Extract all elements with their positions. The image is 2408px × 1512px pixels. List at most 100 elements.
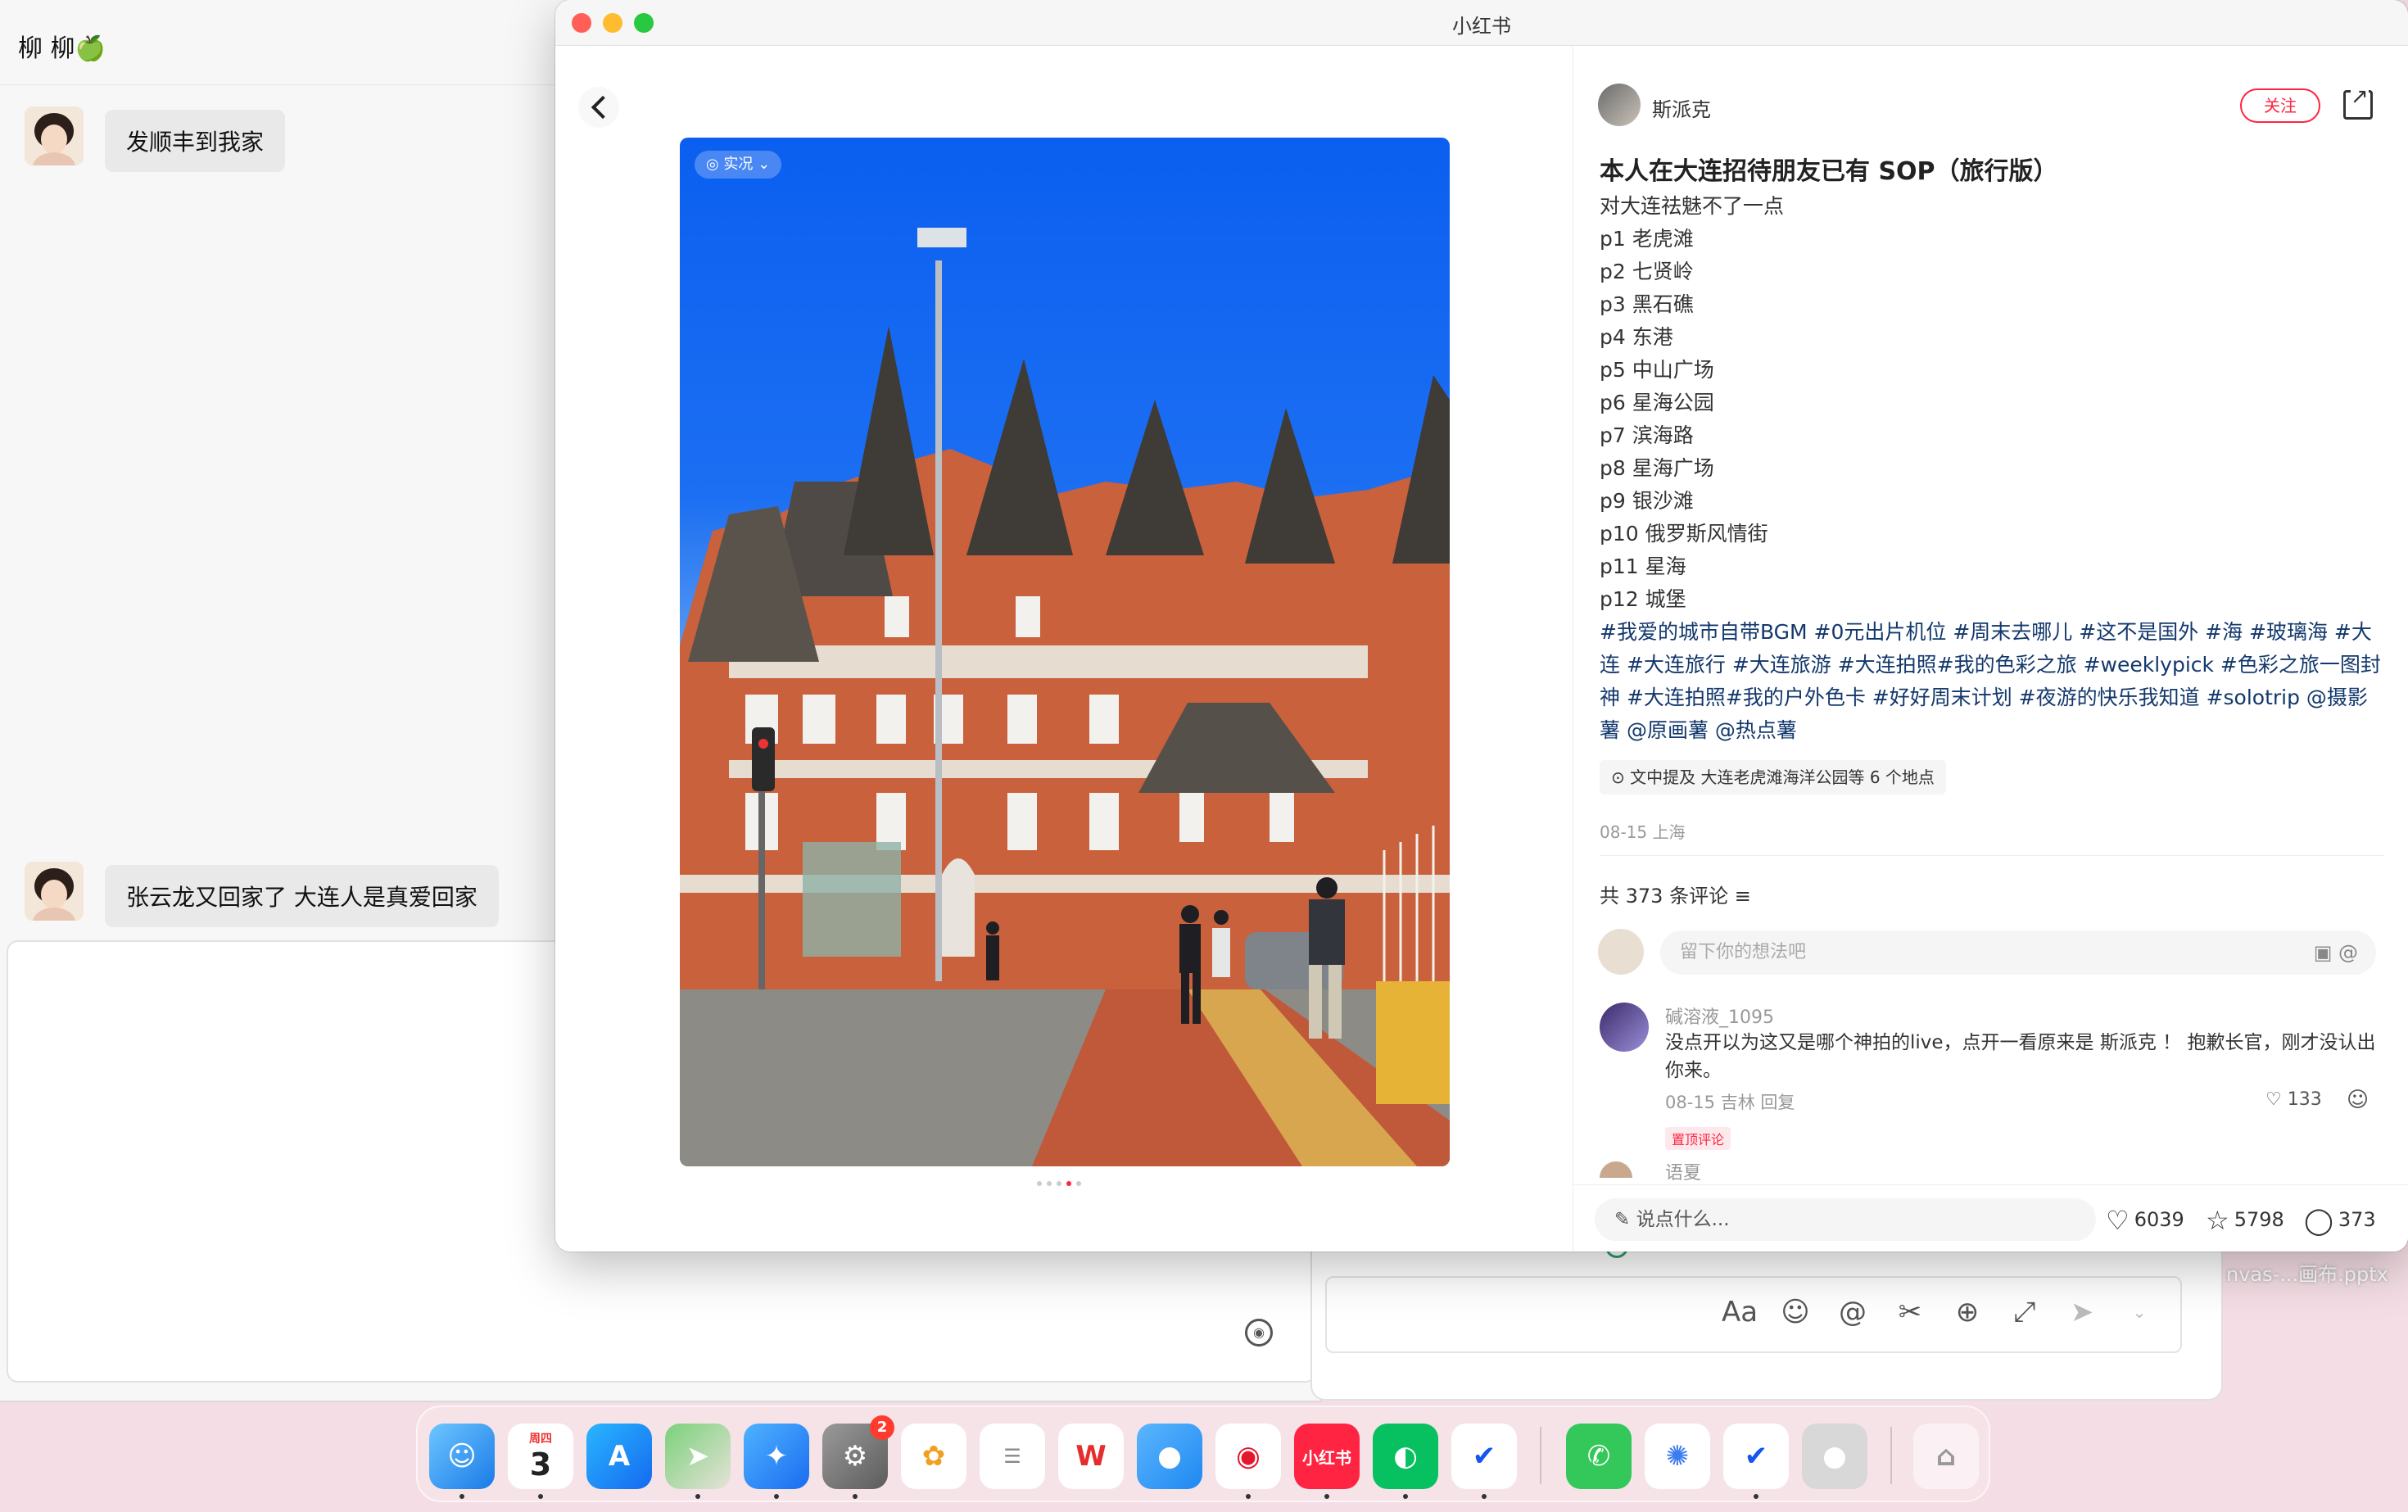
say-something-input[interactable]: ✎ 说点什么... xyxy=(1595,1198,2096,1241)
running-indicator xyxy=(1403,1494,1408,1499)
carousel-dot-active[interactable] xyxy=(1066,1181,1071,1186)
font-icon[interactable]: Aa xyxy=(1722,1296,1758,1329)
feishu-icon[interactable]: ✔ xyxy=(1451,1424,1517,1489)
note-line: p10 俄罗斯风情街 xyxy=(1600,522,1768,545)
maps-icon[interactable]: ➤ xyxy=(665,1424,731,1489)
star-icon: ☆ xyxy=(2206,1205,2229,1236)
comment-placeholder: 留下你的想法吧 xyxy=(1680,942,1807,962)
app-store-icon[interactable]: A xyxy=(586,1424,652,1489)
running-indicator xyxy=(1754,1494,1758,1499)
carousel-dot[interactable] xyxy=(1057,1181,1061,1186)
note-detail-pane: 斯派克 关注 本人在大连招待朋友已有 SOP（旅行版） 对大连祛魅不了一点 p1… xyxy=(1573,46,2408,1252)
share-icon[interactable] xyxy=(2343,84,2373,120)
composer-toolbar: Aa ☺ @ ✂ ⊕ ⤢ ➤ ⌄ xyxy=(1722,1296,2156,1329)
note-title: 本人在大连招待朋友已有 SOP（旅行版） xyxy=(1600,157,2058,186)
reply-emoji-icon[interactable]: ☺ xyxy=(2347,1088,2369,1112)
add-icon[interactable]: ⊕ xyxy=(1951,1296,1984,1329)
voice-icon[interactable]: ◉ xyxy=(1245,1319,1273,1347)
calendar-weekday: 周四 xyxy=(529,1433,552,1446)
avatar[interactable] xyxy=(25,106,84,165)
notification-badge: 2 xyxy=(870,1415,894,1440)
expand-icon[interactable]: ⤢ xyxy=(2008,1296,2041,1329)
avatar[interactable] xyxy=(25,862,84,921)
message-bubble[interactable]: 发顺丰到我家 xyxy=(105,110,286,172)
comment-text: 没点开以为这又是哪个神拍的live，点开一看原来是 斯派克 ！ 抱歉长官，刚才没… xyxy=(1665,1032,2376,1081)
finder-icon[interactable]: ☺ xyxy=(429,1424,495,1489)
running-indicator xyxy=(1246,1494,1251,1499)
send-icon[interactable]: ➤ xyxy=(2066,1296,2098,1329)
phone-icon[interactable]: ✆ xyxy=(1566,1424,1632,1489)
comment-input[interactable]: 留下你的想法吧 ▣ @ xyxy=(1660,930,2376,975)
comment-like[interactable]: ♡ 133 xyxy=(2265,1089,2322,1110)
note-line: p12 城堡 xyxy=(1600,587,1686,611)
author-name[interactable]: 斯派克 xyxy=(1652,93,1711,122)
like-button[interactable]: ♡ 6039 xyxy=(2106,1205,2184,1236)
carousel-dots xyxy=(1037,1181,1081,1186)
chevron-down-icon[interactable]: ⌄ xyxy=(2123,1302,2156,1322)
carousel-dot[interactable] xyxy=(1037,1181,1042,1186)
emoji-icon[interactable]: ☺ xyxy=(1779,1296,1812,1329)
image-and-mention-icons[interactable]: ▣ @ xyxy=(2314,930,2358,975)
safari-icon[interactable]: ✦ xyxy=(744,1424,809,1489)
note-line: p11 星海 xyxy=(1600,555,1686,578)
xiaohongshu-window: 小红书 ◎ 实况 ⌄ 斯派克 关注 ↗ 本人在大连招待朋友已有 SOP（旅行版）… xyxy=(555,0,2408,1252)
comment-meta[interactable]: 08-15 吉林 回复 xyxy=(1665,1089,1795,1114)
weibo-icon[interactable]: ◉ xyxy=(1215,1424,1281,1489)
heart-icon: ♡ xyxy=(2106,1205,2130,1236)
comment-total: 373 xyxy=(2338,1208,2376,1231)
my-avatar xyxy=(1598,929,1644,975)
note-photo[interactable]: ◎ 实况 ⌄ xyxy=(680,138,1450,1166)
settings-icon[interactable]: ⚙ 2 xyxy=(822,1415,894,1489)
desktop-file-label[interactable]: nvas-...画布.pptx xyxy=(2226,1258,2388,1287)
mention-icon[interactable]: @ xyxy=(1836,1296,1869,1329)
author-avatar[interactable] xyxy=(1598,84,1641,126)
comment-button[interactable]: ◯ 373 xyxy=(2304,1205,2376,1236)
note-line: p9 银沙滩 xyxy=(1600,489,1694,513)
comment-avatar[interactable] xyxy=(1600,1161,1632,1178)
collect-count: 5798 xyxy=(2234,1208,2284,1231)
chat-message: 张云龙又回家了 大连人是真爱回家 xyxy=(25,862,499,927)
chat-title: 柳 柳🍏 xyxy=(18,34,106,63)
note-line: p2 七贤岭 xyxy=(1600,260,1694,283)
trash-icon[interactable]: ⌂ xyxy=(1913,1424,1979,1489)
note-line: 对大连祛魅不了一点 xyxy=(1600,194,1785,218)
title-bar: 小红书 xyxy=(555,0,2408,46)
message-composer[interactable]: Aa ☺ @ ✂ ⊕ ⤢ ➤ ⌄ xyxy=(1325,1276,2182,1353)
photos-icon[interactable]: ✿ xyxy=(901,1424,966,1489)
note-line: p4 东港 xyxy=(1600,325,1673,349)
user-icon[interactable]: ● xyxy=(1802,1424,1867,1489)
location-chip[interactable]: ⊙ 文中提及 大连老虎滩海洋公园等 6 个地点 xyxy=(1600,760,1946,794)
note-body: 对大连祛魅不了一点 p1 老虎滩 p2 七贤岭 p3 黑石礁 p4 东港 p5 … xyxy=(1600,190,2386,747)
carousel-dot[interactable] xyxy=(1076,1181,1081,1186)
wps-icon[interactable]: W xyxy=(1058,1424,1124,1489)
note-line: p3 黑石礁 xyxy=(1600,292,1694,316)
running-indicator xyxy=(1324,1494,1329,1499)
calendar-icon[interactable]: 周四 3 xyxy=(508,1424,573,1489)
reminders-icon[interactable]: ☰ xyxy=(980,1424,1045,1489)
message-bubble[interactable]: 张云龙又回家了 大连人是真爱回家 xyxy=(105,865,499,927)
note-line: p7 滨海路 xyxy=(1600,423,1694,447)
comment-username[interactable]: 语夏 xyxy=(1665,1158,1701,1184)
dock-separator xyxy=(1540,1427,1541,1484)
like-count: 6039 xyxy=(2134,1208,2184,1231)
note-line: p6 星海公园 xyxy=(1600,391,1714,414)
running-indicator xyxy=(774,1494,779,1499)
messages-bubble-icon[interactable]: ● xyxy=(1137,1424,1202,1489)
xiaohongshu-icon[interactable]: 小红书 xyxy=(1294,1424,1360,1489)
mapp-icon[interactable]: ✺ xyxy=(1645,1424,1710,1489)
carousel-dot[interactable] xyxy=(1047,1181,1052,1186)
follow-button[interactable]: 关注 xyxy=(2240,88,2320,123)
comment-avatar[interactable] xyxy=(1600,1003,1649,1052)
scissors-icon[interactable]: ✂ xyxy=(1894,1296,1926,1329)
engagement-bar: ✎ 说点什么... ♡ 6039 ☆ 5798 ◯ 373 xyxy=(1573,1184,2408,1252)
collect-button[interactable]: ☆ 5798 xyxy=(2206,1205,2284,1236)
feishu-meeting-icon[interactable]: ✔ xyxy=(1723,1424,1789,1489)
pinned-comment-tag: 置顶评论 xyxy=(1665,1127,1731,1150)
wechat-icon[interactable]: ◐ xyxy=(1373,1424,1438,1489)
comment-username[interactable]: 碱溶液_1095 xyxy=(1665,1003,1774,1029)
comment-count[interactable]: 共 373 条评论 ≡ xyxy=(1600,880,1751,908)
divider xyxy=(1600,855,2384,856)
live-photo-badge[interactable]: ◎ 实况 ⌄ xyxy=(695,151,782,179)
back-icon[interactable] xyxy=(578,87,619,128)
hashtag-list[interactable]: #我爱的城市自带BGM #0元出片机位 #周末去哪儿 #这不是国外 #海 #玻璃… xyxy=(1600,616,2386,747)
